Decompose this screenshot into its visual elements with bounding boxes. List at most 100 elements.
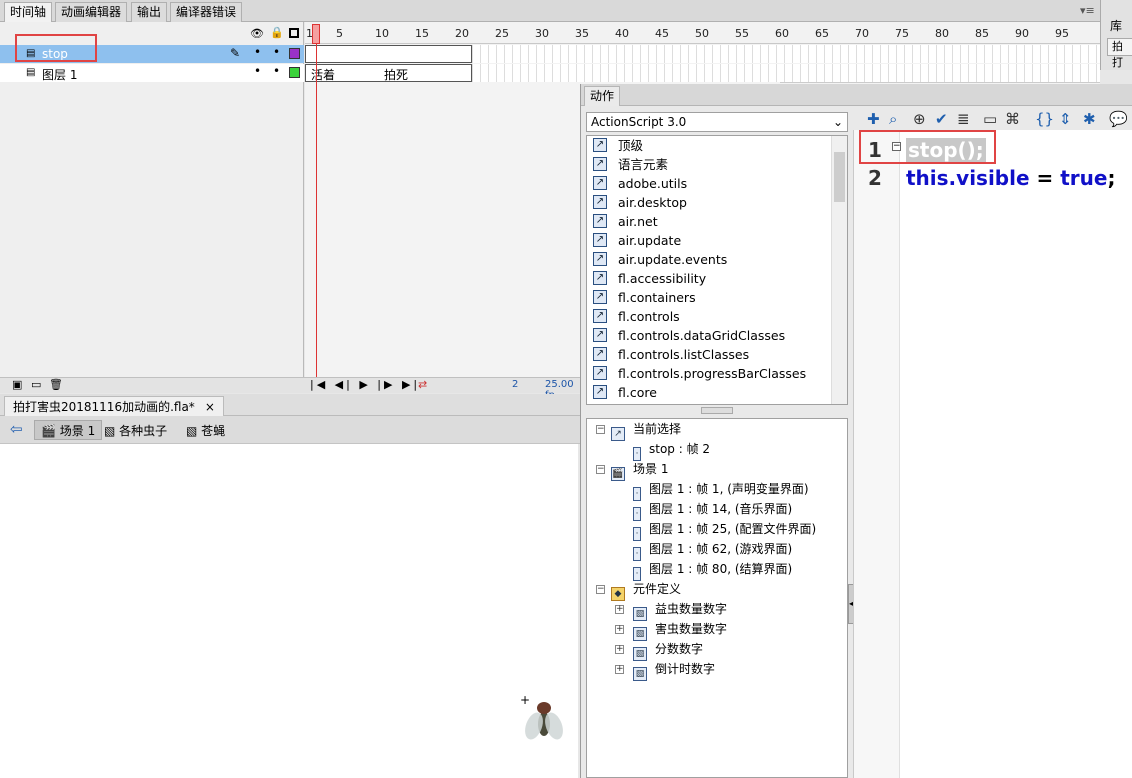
package-icon: ↗ bbox=[593, 271, 607, 285]
format-icon[interactable]: ≣ bbox=[957, 110, 970, 128]
breadcrumb-symbol-insects[interactable]: ▧ 各种虫子 bbox=[104, 422, 167, 439]
list-item[interactable]: ↗ fl.core bbox=[587, 383, 832, 402]
ruler-label: 5 bbox=[336, 27, 343, 40]
list-item[interactable]: ↗ air.net bbox=[587, 212, 832, 231]
splitter-handle[interactable] bbox=[701, 407, 733, 414]
document-tab[interactable]: 拍打害虫20181116加动画的.fla* × bbox=[4, 396, 224, 416]
frame-span-stop[interactable] bbox=[305, 45, 472, 63]
list-item[interactable]: ↗ 语言元素 bbox=[587, 155, 832, 174]
back-arrow-icon[interactable]: ⇦ bbox=[10, 420, 23, 438]
frame-label-dead: 拍死 bbox=[384, 68, 409, 82]
scrollbar-thumb[interactable] bbox=[834, 152, 845, 202]
collapse-icon[interactable]: − bbox=[596, 465, 605, 474]
tree-item[interactable]: · 图层 1 : 帧 25, (配置文件界面) bbox=[633, 519, 816, 541]
list-item[interactable]: ↗ air.update bbox=[587, 231, 832, 250]
tree-item[interactable]: ▧ 分数数字 bbox=[633, 639, 703, 661]
tree-item[interactable]: · 图层 1 : 帧 80, (结算界面) bbox=[633, 559, 792, 581]
code-editor[interactable]: 1 2 − stop(); this.visible = true; bbox=[853, 130, 1132, 778]
list-item[interactable]: ↗ fl.containers bbox=[587, 288, 832, 307]
tab-compiler-errors[interactable]: 编译器错误 bbox=[170, 2, 243, 22]
tree-item[interactable]: · stop : 帧 2 bbox=[633, 439, 710, 461]
fly-image[interactable]: + bbox=[518, 694, 566, 742]
tab-timeline[interactable]: 时间轴 bbox=[4, 2, 53, 22]
script-navigator[interactable]: − ↗ 当前选择 · stop : 帧 2 − 🎬 场景 1 · 图层 1 : 帧 1,… bbox=[586, 418, 848, 778]
list-item[interactable]: ↗ 顶级 bbox=[587, 136, 832, 155]
scrollbar[interactable] bbox=[831, 136, 847, 404]
layer-row-layer1[interactable]: ▤ 图层 1 • • bbox=[0, 64, 304, 82]
comment-icon[interactable]: 💬 bbox=[1109, 110, 1128, 128]
tree-item[interactable]: · 图层 1 : 帧 62, (游戏界面) bbox=[633, 539, 793, 561]
find-icon[interactable]: ⌕ bbox=[889, 110, 897, 128]
visible-dot[interactable]: • bbox=[254, 45, 261, 59]
panel-menu-icon[interactable]: ▾≡ bbox=[1080, 4, 1095, 17]
list-item[interactable]: ↗ adobe.utils bbox=[587, 174, 832, 193]
collapse-icon[interactable]: − bbox=[596, 585, 605, 594]
list-item-label: fl.controls.progressBarClasses bbox=[618, 366, 807, 381]
collapse-icon[interactable]: − bbox=[596, 425, 605, 434]
list-item[interactable]: ↗ fl.controls.dataGridClasses bbox=[587, 326, 832, 345]
list-item[interactable]: ↗ fl.controls.listClasses bbox=[587, 345, 832, 364]
tab-motion-editor[interactable]: 动画编辑器 bbox=[55, 2, 128, 22]
outline-icon[interactable] bbox=[289, 28, 299, 38]
tree-item[interactable]: · 图层 1 : 帧 14, (音乐界面) bbox=[633, 499, 792, 521]
tree-item[interactable]: ↗ 当前选择 bbox=[611, 419, 681, 441]
onion-skin-icon[interactable]: ⇄ bbox=[418, 378, 427, 391]
breadcrumb-symbol-fly[interactable]: ▧ 苍蝇 bbox=[186, 422, 225, 439]
library-tab[interactable]: 库 bbox=[1110, 17, 1122, 34]
breadcrumb-scene[interactable]: 🎬 场景 1 bbox=[34, 420, 103, 440]
stage-canvas[interactable]: + bbox=[0, 444, 578, 778]
new-folder-icon[interactable]: ▭ bbox=[31, 378, 41, 391]
layer-color-swatch[interactable] bbox=[289, 48, 300, 59]
code-hint-icon[interactable]: ▭ bbox=[983, 110, 997, 128]
list-item[interactable]: ↗ air.update.events bbox=[587, 250, 832, 269]
package-icon: ↗ bbox=[593, 385, 607, 399]
expand-icon[interactable]: + bbox=[615, 665, 624, 674]
actions-tab[interactable]: 动作 bbox=[584, 86, 621, 106]
library-button[interactable]: 拍打 bbox=[1107, 38, 1132, 69]
new-layer-icon[interactable]: ▣ bbox=[12, 378, 22, 391]
tree-item[interactable]: ▧ 害虫数量数字 bbox=[633, 619, 727, 641]
tree-item[interactable]: 🎬 场景 1 bbox=[611, 459, 668, 481]
frame-span-layer1[interactable]: 活着 拍死 bbox=[305, 64, 472, 82]
expand-icon[interactable]: + bbox=[615, 645, 624, 654]
close-icon[interactable]: × bbox=[205, 400, 215, 414]
list-item[interactable]: ↗ fl.controls.progressBarClasses bbox=[587, 364, 832, 383]
line-gutter: 1 2 bbox=[854, 130, 900, 778]
list-item[interactable]: ↗ fl.accessibility bbox=[587, 269, 832, 288]
lock-dot[interactable]: • bbox=[273, 64, 280, 78]
language-select[interactable]: ActionScript 3.0 ⌄ bbox=[586, 112, 848, 132]
expand-all-icon[interactable]: ✱ bbox=[1083, 110, 1096, 128]
playhead[interactable] bbox=[312, 24, 320, 44]
target-icon[interactable]: ⊕ bbox=[913, 110, 926, 128]
list-item[interactable]: ↗ fl.controls bbox=[587, 307, 832, 326]
visible-dot[interactable]: • bbox=[254, 64, 261, 78]
collapse-selection-icon[interactable]: ⇕ bbox=[1059, 110, 1072, 128]
lock-icon[interactable]: 🔒 bbox=[270, 26, 284, 39]
collapse-braces-icon[interactable]: {} bbox=[1035, 110, 1054, 128]
lock-dot[interactable]: • bbox=[273, 45, 280, 59]
package-list[interactable]: ↗ 顶级 ↗ 语言元素 ↗ adobe.utils ↗ air.desktop ↗ air… bbox=[586, 135, 848, 405]
current-frame[interactable]: 2 bbox=[512, 379, 518, 390]
eye-icon[interactable]: 👁 bbox=[250, 27, 264, 40]
expand-icon[interactable]: + bbox=[615, 625, 624, 634]
tree-item[interactable]: ▧ 益虫数量数字 bbox=[633, 599, 727, 621]
package-icon: ↗ bbox=[593, 195, 607, 209]
check-syntax-icon[interactable]: ✔ bbox=[935, 110, 948, 128]
layer-color-swatch[interactable] bbox=[289, 67, 300, 78]
add-item-icon[interactable]: ✚ bbox=[867, 110, 880, 128]
tree-item-label: 图层 1 : 帧 62, (游戏界面) bbox=[649, 542, 793, 556]
tree-item[interactable]: · 图层 1 : 帧 1, (声明变量界面) bbox=[633, 479, 809, 501]
frame-ruler[interactable]: 1 5 10 15 20 25 30 35 40 45 50 55 60 65 … bbox=[305, 22, 1100, 44]
expand-icon[interactable]: + bbox=[615, 605, 624, 614]
delete-icon[interactable]: 🗑 bbox=[49, 378, 63, 391]
code-line-2[interactable]: this.visible = true; bbox=[906, 166, 1115, 190]
tab-output[interactable]: 输出 bbox=[131, 2, 168, 22]
tree-item[interactable]: ▧ 倒计时数字 bbox=[633, 659, 715, 681]
symbol-icon: ▧ bbox=[633, 667, 647, 681]
list-item-label: air.update bbox=[618, 233, 682, 248]
tree-item[interactable]: ◆ 元件定义 bbox=[611, 579, 681, 601]
list-item[interactable]: ↗ air.desktop bbox=[587, 193, 832, 212]
debug-icon[interactable]: ⌘ bbox=[1005, 110, 1020, 128]
ruler-label: 55 bbox=[735, 27, 749, 40]
playback-controls[interactable]: |◀ ◀| ▶ |▶ ▶| bbox=[310, 378, 420, 391]
